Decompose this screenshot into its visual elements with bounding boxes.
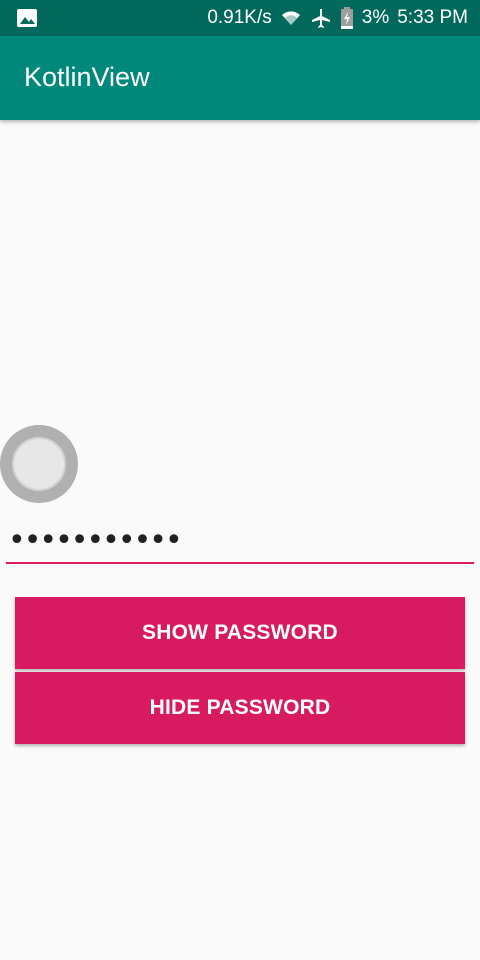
hide-password-button[interactable]: HIDE PASSWORD	[15, 672, 465, 744]
app-title: KotlinView	[24, 62, 150, 92]
app-bar: KotlinView	[0, 36, 480, 120]
hide-password-label: HIDE PASSWORD	[149, 696, 331, 719]
battery-percent: 3%	[361, 7, 390, 28]
status-bar: 0.91K/s 3% 5:33 PM	[0, 0, 480, 36]
image-icon	[16, 8, 38, 28]
wifi-icon	[280, 7, 302, 29]
show-password-button[interactable]: SHOW PASSWORD	[15, 597, 465, 669]
radio-button-inner	[12, 437, 66, 491]
airplane-icon	[310, 7, 332, 29]
radio-button[interactable]	[0, 425, 78, 503]
clock: 5:33 PM	[397, 7, 468, 28]
net-speed: 0.91K/s	[207, 7, 272, 28]
show-password-label: SHOW PASSWORD	[142, 621, 338, 644]
password-field[interactable]: •••••••••••	[6, 522, 474, 564]
battery-charging-icon	[340, 7, 354, 29]
password-value: •••••••••••	[8, 523, 183, 558]
